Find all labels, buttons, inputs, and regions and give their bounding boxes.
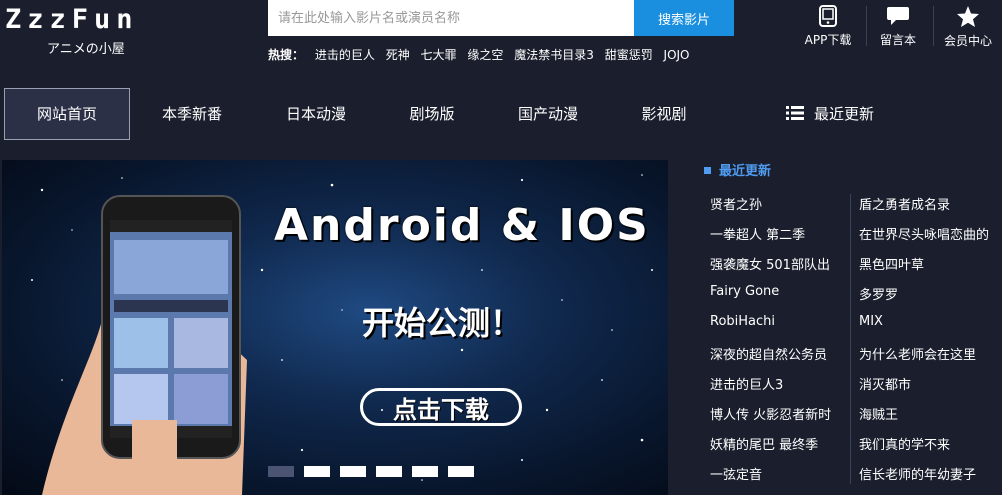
update-link[interactable]: 强袭魔女 501部队出 (710, 254, 848, 278)
carousel-dot[interactable] (412, 466, 438, 477)
update-link[interactable]: 深夜的超自然公务员 (710, 344, 848, 368)
update-link[interactable]: 盾之勇者成名录 (859, 194, 1002, 218)
latest-updates-title: 最近更新 (704, 160, 771, 179)
app-download-label: APP下载 (804, 33, 852, 47)
update-link[interactable]: 消灭都市 (859, 374, 1002, 398)
update-link[interactable]: Fairy Gone (710, 284, 848, 308)
member-center-label: 会员中心 (943, 34, 992, 48)
square-bullet-icon (704, 167, 711, 174)
hot-search-link[interactable]: 甜蜜惩罚 (605, 48, 653, 62)
hot-search-link[interactable]: JOJO (664, 48, 690, 62)
member-center-button[interactable]: 会员中心 (936, 0, 1000, 52)
update-link[interactable]: 为什么老师会在这里 (859, 344, 1002, 368)
update-link[interactable]: 我们真的学不来 (859, 434, 1002, 458)
update-link[interactable]: 海贼王 (859, 404, 1002, 428)
search-button[interactable]: 搜索影片 (634, 0, 734, 36)
chat-bubble-icon (887, 7, 909, 25)
update-link[interactable]: 进击的巨人3 (710, 374, 848, 398)
hot-search-link[interactable]: 魔法禁书目录3 (514, 48, 594, 62)
update-link[interactable]: MIX (859, 314, 1002, 338)
nav-item-latest[interactable]: 最近更新 (770, 88, 890, 140)
update-link[interactable]: 黑色四叶草 (859, 254, 1002, 278)
star-icon (957, 6, 979, 27)
update-link[interactable]: 妖精的尾巴 最终季 (710, 434, 848, 458)
logo-subtitle: アニメの小屋 (47, 42, 125, 57)
promo-banner[interactable]: Android & IOS 开始公测！ 点击下载 (2, 160, 668, 495)
update-link[interactable]: 一拳超人 第二季 (710, 224, 848, 248)
carousel-dot[interactable] (304, 466, 330, 477)
carousel-dot[interactable] (376, 466, 402, 477)
nav-item-home[interactable]: 网站首页 (4, 88, 130, 140)
update-link[interactable]: RobiHachi (710, 314, 848, 338)
banner-title: Android & IOS (274, 200, 650, 251)
carousel-dot[interactable] (448, 466, 474, 477)
nav-item-china-anime[interactable]: 国产动漫 (486, 88, 610, 140)
update-link[interactable]: 一弦定音 (710, 464, 848, 488)
latest-updates-title-text: 最近更新 (719, 164, 772, 179)
nav-item-season[interactable]: 本季新番 (130, 88, 254, 140)
carousel-dot[interactable] (340, 466, 366, 477)
hot-search-link[interactable]: 进击的巨人 (315, 48, 375, 62)
update-link[interactable]: 博人传 火影忍者新时 (710, 404, 848, 428)
nav-item-drama[interactable]: 影视剧 (610, 88, 718, 140)
hot-search-link[interactable]: 死神 (386, 48, 410, 62)
nav-item-movies[interactable]: 剧场版 (378, 88, 486, 140)
update-link[interactable]: 在世界尽头咏唱恋曲的 (859, 224, 1002, 248)
banner-download-button[interactable]: 点击下载 (360, 388, 522, 426)
column-divider (850, 194, 851, 484)
logo-text: ZzzFun (5, 4, 139, 35)
guestbook-button[interactable]: 留言本 (866, 0, 930, 52)
update-link[interactable]: 信长老师的年幼妻子 (859, 464, 1002, 488)
update-link[interactable]: 贤者之孙 (710, 194, 848, 218)
site-header: ZzzFun アニメの小屋 搜索影片 热搜： 进击的巨人 死神 七大罪 缘之空 … (0, 0, 1002, 88)
guestbook-label: 留言本 (879, 33, 916, 47)
update-link[interactable]: 多罗罗 (859, 284, 1002, 308)
list-icon (785, 106, 804, 120)
tool-divider (933, 6, 934, 46)
site-logo[interactable]: ZzzFun アニメの小屋 (5, 2, 190, 62)
tablet-icon (819, 5, 837, 27)
banner-subtitle: 开始公测！ (362, 304, 523, 342)
search-input[interactable] (268, 0, 634, 36)
hot-searches: 热搜： 进击的巨人 死神 七大罪 缘之空 魔法禁书目录3 甜蜜惩罚 JOJO (268, 46, 697, 63)
main-nav: 网站首页 本季新番 日本动漫 剧场版 国产动漫 影视剧 最近更新 (0, 88, 1002, 140)
nav-latest-label: 最近更新 (813, 105, 874, 123)
hot-search-link[interactable]: 七大罪 (421, 48, 457, 62)
hot-search-label: 热搜： (268, 48, 305, 62)
latest-updates-panel: 最近更新 贤者之孙 一拳超人 第二季 强袭魔女 501部队出 Fairy Gon… (700, 160, 1002, 495)
carousel-dot[interactable] (268, 466, 294, 477)
hot-search-link[interactable]: 缘之空 (467, 48, 503, 62)
app-download-button[interactable]: APP下载 (796, 0, 860, 52)
nav-item-japan-anime[interactable]: 日本动漫 (254, 88, 378, 140)
